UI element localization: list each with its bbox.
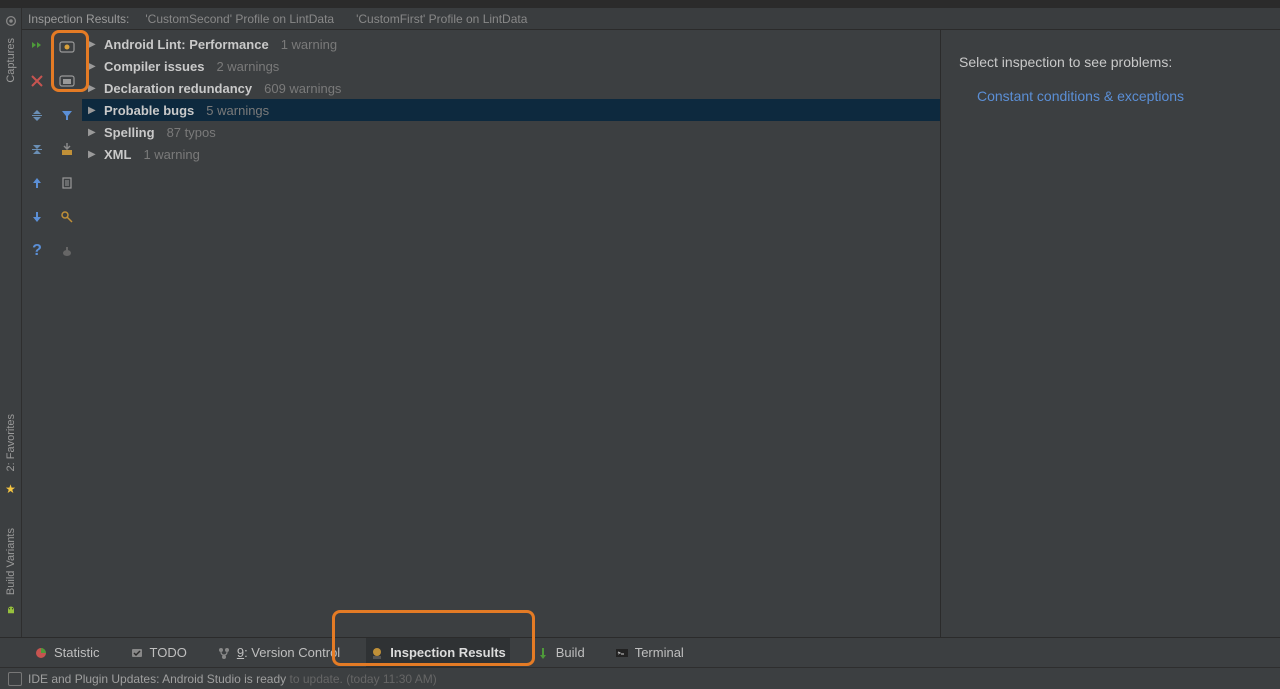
star-icon: ★ (5, 482, 16, 496)
tree-row-count: 609 warnings (264, 81, 341, 96)
toolwin-terminal[interactable]: Terminal (611, 638, 688, 667)
toolwin-todo[interactable]: TODO (126, 638, 191, 667)
tree-row-count: 1 warning (281, 37, 337, 52)
toolwin-label: Terminal (635, 645, 684, 660)
filter-resolved-button[interactable] (56, 104, 78, 126)
tree-row-count: 1 warning (143, 147, 199, 162)
header-title: Inspection Results: (28, 12, 129, 26)
export-button[interactable] (56, 138, 78, 160)
toolwin-label: Statistic (54, 645, 100, 660)
annotation-highlight-toolbar (51, 30, 89, 92)
rail-favorites[interactable]: 2: Favorites ★ (5, 410, 17, 495)
tree-row-count: 87 typos (167, 125, 216, 140)
edit-settings-button[interactable] (56, 172, 78, 194)
expand-arrow-icon[interactable]: ▶ (88, 149, 98, 160)
inspection-toolbar: ? (22, 30, 82, 637)
rail-build-variants[interactable]: Build Variants (5, 524, 17, 617)
expand-all-button[interactable] (26, 104, 48, 126)
expand-arrow-icon[interactable]: ▶ (88, 39, 98, 50)
tree-row-name: Spelling (104, 125, 155, 140)
toolwin-build[interactable]: Build (532, 638, 589, 667)
camera-icon (4, 14, 18, 28)
tree-row[interactable]: ▶ Android Lint: Performance 1 warning (82, 33, 940, 55)
annotation-highlight-bottom (332, 610, 535, 666)
branch-icon (217, 646, 231, 660)
left-tool-rail: Captures 2: Favorites ★ Build Variants (0, 8, 22, 637)
terminal-icon (615, 646, 629, 660)
android-icon (5, 605, 17, 617)
hammer-icon (536, 646, 550, 660)
inspection-detail-panel: Select inspection to see problems: Const… (940, 30, 1280, 637)
tree-row[interactable]: ▶ Spelling 87 typos (82, 121, 940, 143)
help-button[interactable]: ? (26, 240, 48, 262)
tree-row[interactable]: ▶ Probable bugs 5 warnings (82, 99, 940, 121)
top-editor-strip (0, 0, 1280, 8)
tree-row-name: XML (104, 147, 131, 162)
results-tab-2[interactable]: 'CustomFirst' Profile on LintData (350, 12, 533, 26)
tree-row-name: Compiler issues (104, 59, 204, 74)
status-text: IDE and Plugin Updates: Android Studio i… (28, 672, 437, 686)
toolwin-label: 9: Version Control (237, 645, 340, 660)
next-button[interactable] (26, 206, 48, 228)
close-button[interactable] (26, 70, 48, 92)
tree-row[interactable]: ▶ Compiler issues 2 warnings (82, 55, 940, 77)
tree-row-name: Probable bugs (104, 103, 194, 118)
prev-button[interactable] (26, 172, 48, 194)
toolwin-statistic[interactable]: Statistic (30, 638, 104, 667)
expand-arrow-icon[interactable]: ▶ (88, 83, 98, 94)
detail-hint: Select inspection to see problems: (959, 54, 1262, 70)
tree-row-name: Declaration redundancy (104, 81, 252, 96)
inspection-tree[interactable]: ▶ Android Lint: Performance 1 warning ▶ … (82, 30, 940, 637)
tree-row-count: 2 warnings (216, 59, 279, 74)
expand-arrow-icon[interactable]: ▶ (88, 127, 98, 138)
rail-captures[interactable]: Captures (4, 14, 18, 87)
messages-icon[interactable] (8, 672, 22, 686)
tree-row-count: 5 warnings (206, 103, 269, 118)
status-bar: IDE and Plugin Updates: Android Studio i… (0, 667, 1280, 689)
collapse-all-button[interactable] (26, 138, 48, 160)
inspection-tabs-header: Inspection Results: 'CustomSecond' Profi… (22, 8, 1280, 30)
rail-favorites-label: 2: Favorites (5, 414, 17, 471)
pie-icon (34, 646, 48, 660)
toolwin-label: TODO (150, 645, 187, 660)
inspection-link[interactable]: Constant conditions & exceptions (959, 88, 1262, 104)
tree-row-name: Android Lint: Performance (104, 37, 269, 52)
tree-row[interactable]: ▶ XML 1 warning (82, 143, 940, 165)
tree-row[interactable]: ▶ Declaration redundancy 609 warnings (82, 77, 940, 99)
quick-fix-button[interactable] (56, 206, 78, 228)
rail-captures-label: Captures (5, 38, 17, 83)
results-tab-1[interactable]: 'CustomSecond' Profile on LintData (139, 12, 340, 26)
toolwin-label: Build (556, 645, 585, 660)
rerun-button[interactable] (26, 36, 48, 58)
expand-arrow-icon[interactable]: ▶ (88, 61, 98, 72)
bottom-tool-bar: Statistic TODO 9: Version Control Inspec… (0, 637, 1280, 667)
toolwin-vcs[interactable]: 9: Version Control (213, 638, 344, 667)
todo-icon (130, 646, 144, 660)
autoscroll-button[interactable] (56, 240, 78, 262)
expand-arrow-icon[interactable]: ▶ (88, 105, 98, 116)
rail-build-variants-label: Build Variants (5, 528, 17, 595)
